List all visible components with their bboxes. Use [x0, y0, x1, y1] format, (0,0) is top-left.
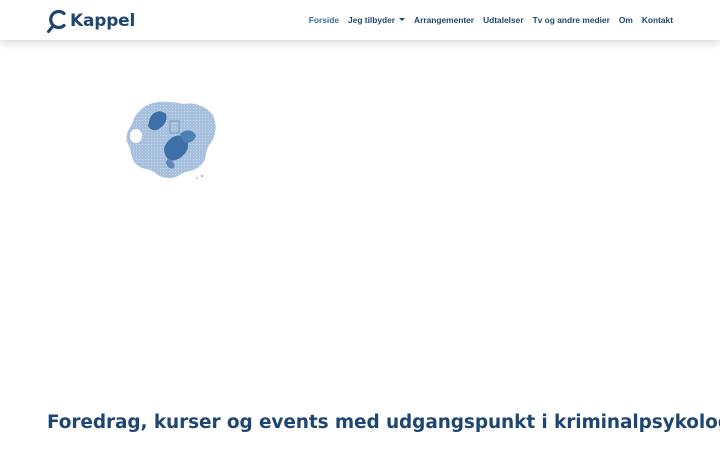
page-headline: Foredrag, kurser og events med udgangspu…	[47, 412, 720, 433]
site-header: Kappel Forside Jeg tilbyder Arrangemente…	[0, 0, 720, 40]
main-nav: Forside Jeg tilbyder Arrangementer Udtal…	[309, 13, 673, 27]
nav-item-forside[interactable]: Forside	[309, 13, 339, 27]
broken-image-icon	[126, 101, 216, 179]
nav-item-om[interactable]: Om	[619, 13, 633, 27]
kappel-logo[interactable]: Kappel	[47, 9, 135, 33]
hero-image-placeholder	[120, 98, 220, 180]
nav-item-arrangementer[interactable]: Arrangementer	[414, 13, 474, 27]
nav-item-kontakt[interactable]: Kontakt	[642, 13, 673, 27]
nav-item-tv-og-andre-medier[interactable]: Tv og andre medier	[533, 13, 610, 27]
kappel-logo-icon	[47, 9, 66, 33]
nav-item-jeg-tilbyder[interactable]: Jeg tilbyder	[348, 13, 406, 27]
brand-name: Kappel	[70, 11, 136, 31]
nav-item-udtalelser[interactable]: Udtalelser	[483, 13, 524, 27]
nav-item-label: Jeg tilbyder	[348, 15, 396, 25]
caret-down-icon	[399, 18, 406, 21]
